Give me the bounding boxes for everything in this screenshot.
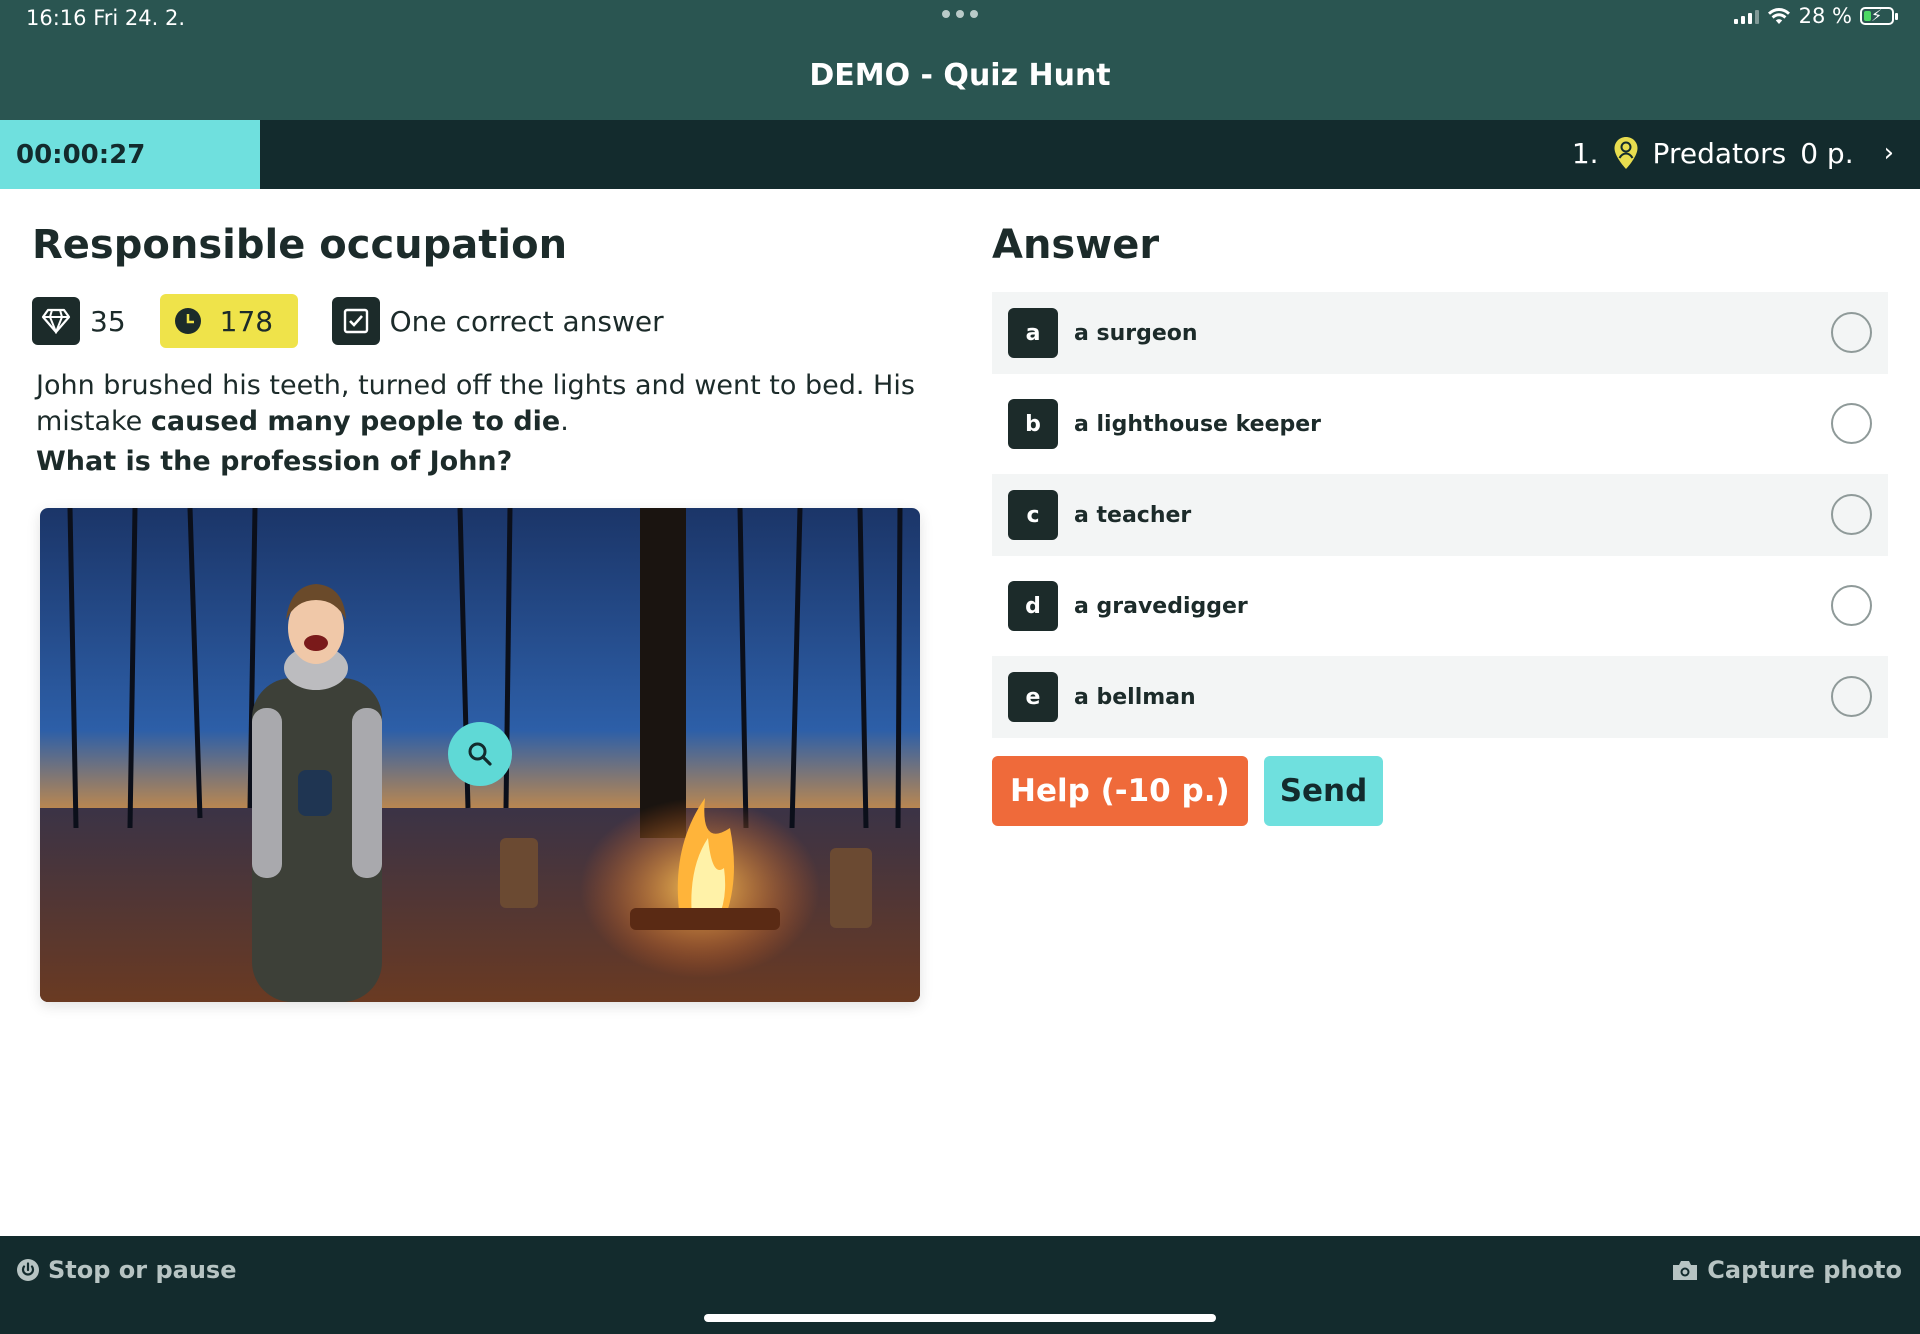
option-radio[interactable] [1831, 312, 1872, 353]
question-prompt: What is the profession of John? [36, 446, 513, 477]
stop-pause-button[interactable]: Stop or pause [16, 1256, 236, 1284]
answer-option[interactable]: a a surgeon [992, 292, 1888, 374]
help-button[interactable]: Help (-10 p.) [992, 756, 1248, 826]
team-name: Predators [1652, 136, 1787, 170]
answer-type: One correct answer [389, 304, 664, 338]
option-label: a surgeon [1074, 320, 1198, 346]
location-pin-icon [1614, 137, 1638, 169]
option-letter: e [1008, 672, 1058, 722]
cellular-signal-icon [1733, 8, 1759, 24]
answer-option[interactable]: c a teacher [992, 474, 1888, 556]
checkbox-icon [331, 297, 380, 345]
question-meta: 35 178 One correct answer [32, 294, 664, 348]
time-limit-value: 178 [219, 304, 274, 338]
question-text: John brushed his teeth, turned off the l… [36, 370, 915, 437]
answer-actions: Help (-10 p.) Send [992, 756, 1384, 826]
option-radio[interactable] [1831, 676, 1872, 717]
diamond-icon [32, 297, 80, 345]
option-letter: b [1008, 399, 1058, 449]
answer-option[interactable]: d a gravedigger [992, 565, 1888, 647]
team-points: 0 p. [1800, 136, 1854, 170]
elapsed-timer: 00:00:27 [0, 120, 260, 189]
option-radio[interactable] [1831, 494, 1872, 535]
option-letter: d [1008, 581, 1058, 631]
answer-option[interactable]: b a lighthouse keeper [992, 383, 1888, 465]
question-emphasis: caused many people to die [150, 406, 561, 437]
option-label: a lighthouse keeper [1074, 411, 1322, 437]
send-button[interactable]: Send [1263, 756, 1384, 826]
option-radio[interactable] [1831, 403, 1872, 444]
home-indicator[interactable] [704, 1314, 1216, 1322]
chevron-right-icon: › [1883, 138, 1894, 168]
clock-icon [174, 308, 201, 334]
bottom-bar: Stop or pause Capture photo [0, 1236, 1920, 1334]
answer-option[interactable]: e a bellman [992, 656, 1888, 738]
search-icon [468, 742, 492, 766]
battery-percent: 28 % [1798, 4, 1852, 28]
app-header: 16:16 Fri 24. 2. 28 % ⚡ DEMO - Quiz Hunt [0, 0, 1920, 120]
points-value: 35 [90, 304, 126, 338]
capture-photo-label: Capture photo [1707, 1256, 1902, 1284]
game-infobar: 00:00:27 1. Predators 0 p. › [0, 120, 1920, 189]
question-title: Responsible occupation [32, 222, 568, 268]
team-rank: 1. [1571, 136, 1599, 170]
status-time: 16:16 Fri 24. 2. [26, 6, 185, 30]
battery-icon: ⚡ [1860, 6, 1898, 25]
power-icon [17, 1259, 39, 1281]
app-title: DEMO - Quiz Hunt [809, 58, 1111, 93]
answer-options: a a surgeon b a lighthouse keeper c a te… [992, 292, 1888, 747]
wifi-icon [1767, 8, 1790, 24]
answer-heading: Answer [992, 222, 1160, 268]
camera-icon [1673, 1261, 1698, 1280]
option-letter: a [1008, 308, 1058, 358]
option-label: a bellman [1074, 684, 1196, 710]
team-score-button[interactable]: 1. Predators 0 p. › [1572, 136, 1894, 170]
time-limit-badge: 178 [159, 294, 298, 348]
multitask-dots[interactable] [942, 10, 978, 18]
option-label: a gravedigger [1074, 593, 1248, 619]
option-letter: c [1008, 490, 1058, 540]
status-indicators: 28 % ⚡ [1733, 4, 1898, 28]
zoom-image-button[interactable] [448, 722, 512, 786]
capture-photo-button[interactable]: Capture photo [1671, 1256, 1902, 1284]
option-radio[interactable] [1831, 585, 1872, 626]
stop-pause-label: Stop or pause [48, 1256, 237, 1284]
option-label: a teacher [1074, 502, 1192, 528]
